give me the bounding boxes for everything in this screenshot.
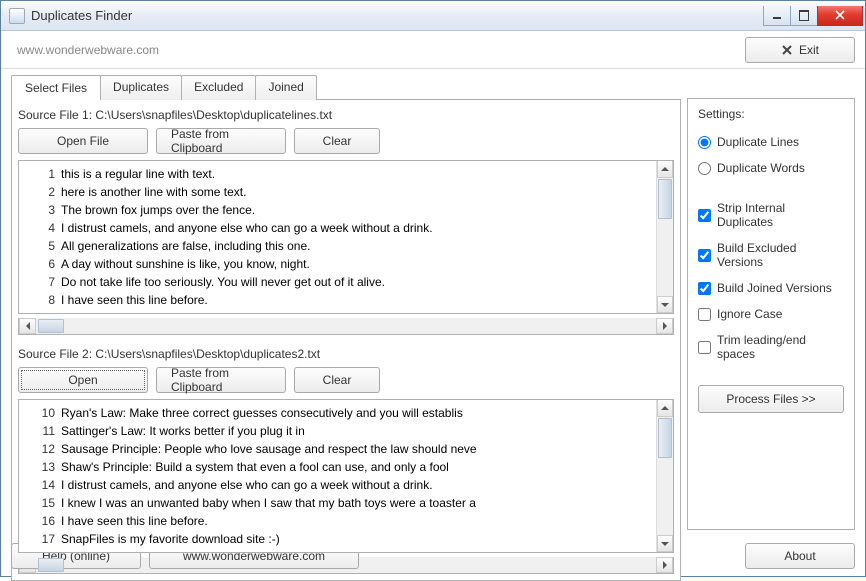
tab-excluded[interactable]: Excluded (181, 75, 256, 100)
source2-clear-button[interactable]: Clear (294, 367, 380, 393)
window-title: Duplicates Finder (31, 8, 764, 23)
exit-button[interactable]: Exit (745, 37, 855, 63)
check-label: Build Excluded Versions (717, 241, 844, 269)
site-url-text: www.wonderwebware.com (11, 39, 737, 61)
scrollbar-horizontal[interactable] (18, 318, 674, 335)
tab-panel: Source File 1: C:\Users\snapfiles\Deskto… (11, 99, 681, 581)
check-build-excluded[interactable]: Build Excluded Versions (698, 239, 844, 271)
settings-header: Settings: (698, 107, 844, 121)
source1-textarea[interactable]: 1this is a regular line with text.2here … (18, 160, 674, 314)
close-icon (781, 44, 793, 56)
source1-paste-button[interactable]: Paste from Clipboard (156, 128, 286, 154)
radio-duplicate-words[interactable]: Duplicate Words (698, 159, 844, 177)
titlebar: Duplicates Finder (1, 1, 865, 31)
source1-clear-button[interactable]: Clear (294, 128, 380, 154)
check-label: Build Joined Versions (717, 281, 832, 295)
close-button[interactable] (817, 6, 863, 26)
source2-open-button[interactable]: Open (18, 367, 148, 393)
tab-select-files[interactable]: Select Files (11, 75, 101, 100)
check-label: Ignore Case (717, 307, 782, 321)
tab-bar: Select Files Duplicates Excluded Joined (11, 75, 681, 100)
about-button[interactable]: About (745, 543, 855, 569)
radio-label: Duplicate Lines (717, 135, 799, 149)
tab-joined[interactable]: Joined (255, 75, 316, 100)
scrollbar-vertical[interactable] (656, 161, 673, 313)
check-build-joined[interactable]: Build Joined Versions (698, 279, 844, 297)
check-label: Strip Internal Duplicates (717, 201, 844, 229)
source2-label: Source File 2: C:\Users\snapfiles\Deskto… (18, 345, 674, 363)
source2-textarea[interactable]: 10Ryan's Law: Make three correct guesses… (18, 399, 674, 553)
radio-duplicate-lines[interactable]: Duplicate Lines (698, 133, 844, 151)
check-strip-internal[interactable]: Strip Internal Duplicates (698, 199, 844, 231)
source1-open-button[interactable]: Open File (18, 128, 148, 154)
source1-label: Source File 1: C:\Users\snapfiles\Deskto… (18, 106, 674, 124)
toolbar: www.wonderwebware.com Exit (1, 31, 865, 69)
exit-label: Exit (799, 43, 819, 57)
minimize-button[interactable] (763, 6, 791, 26)
settings-panel: Settings: Duplicate Lines Duplicate Word… (687, 98, 855, 530)
source2-paste-button[interactable]: Paste from Clipboard (156, 367, 286, 393)
process-files-button[interactable]: Process Files >> (698, 385, 844, 413)
check-label: Trim leading/end spaces (717, 333, 844, 361)
check-ignore-case[interactable]: Ignore Case (698, 305, 844, 323)
maximize-button[interactable] (790, 6, 818, 26)
radio-label: Duplicate Words (717, 161, 805, 175)
app-icon (9, 8, 25, 24)
scrollbar-horizontal[interactable] (18, 557, 674, 574)
check-trim-spaces[interactable]: Trim leading/end spaces (698, 331, 844, 363)
scrollbar-vertical[interactable] (656, 400, 673, 552)
tab-duplicates[interactable]: Duplicates (100, 75, 182, 100)
